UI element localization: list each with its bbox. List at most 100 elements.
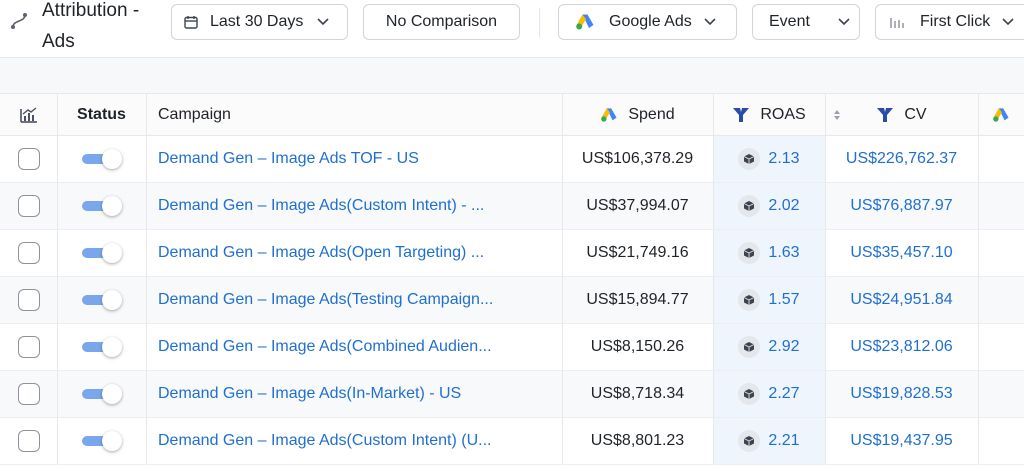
cv-column-header[interactable]: CV bbox=[825, 94, 978, 135]
campaign-name-link[interactable]: Demand Gen – Image Ads(Custom Intent) (U… bbox=[158, 432, 491, 450]
status-toggle[interactable] bbox=[81, 290, 122, 310]
status-cell bbox=[57, 230, 146, 276]
row-select-cell bbox=[0, 324, 57, 370]
campaign-cell: Demand Gen – Image Ads(Custom Intent) - … bbox=[146, 183, 562, 229]
roas-cell: 2.21 bbox=[713, 418, 825, 464]
column-divider bbox=[825, 136, 826, 183]
row-checkbox[interactable] bbox=[17, 242, 40, 264]
next-column-header[interactable] bbox=[978, 94, 1024, 135]
status-toggle[interactable] bbox=[81, 243, 122, 263]
page-title: Attribution - Ads bbox=[42, 0, 140, 52]
next-column-cell bbox=[978, 418, 1024, 464]
next-column-cell bbox=[978, 277, 1024, 323]
date-range-dropdown[interactable]: Last 30 Days bbox=[171, 4, 348, 40]
status-column-header[interactable]: Status bbox=[57, 94, 146, 135]
date-range-label: Last 30 Days bbox=[210, 13, 304, 30]
comparison-button[interactable]: No Comparison bbox=[363, 4, 520, 40]
row-select-cell bbox=[0, 371, 57, 417]
column-divider bbox=[978, 136, 979, 183]
spend-column-label: Spend bbox=[628, 105, 675, 123]
sort-icon[interactable] bbox=[833, 108, 841, 126]
column-divider bbox=[713, 277, 714, 324]
cv-value-link[interactable]: US$35,457.10 bbox=[850, 244, 952, 262]
status-toggle[interactable] bbox=[81, 431, 122, 451]
status-cell bbox=[57, 183, 146, 229]
column-divider bbox=[825, 183, 826, 230]
cv-value-link[interactable]: US$23,812.06 bbox=[850, 338, 952, 356]
status-cell bbox=[57, 136, 146, 182]
campaign-name-link[interactable]: Demand Gen – Image Ads(Custom Intent) - … bbox=[158, 197, 484, 215]
top-toolbar: Attribution - Ads Last 30 Days No Compar… bbox=[0, 0, 1024, 58]
roas-column-header[interactable]: ROAS bbox=[713, 94, 825, 135]
campaign-cell: Demand Gen – Image Ads(Combined Audien..… bbox=[146, 324, 562, 370]
cv-cell: US$76,887.97 bbox=[825, 183, 978, 229]
campaign-name-link[interactable]: Demand Gen – Image Ads(Combined Audien..… bbox=[158, 338, 492, 356]
column-settings-button[interactable] bbox=[0, 94, 57, 135]
cv-value-link[interactable]: US$19,828.53 bbox=[850, 385, 952, 403]
campaign-name-link[interactable]: Demand Gen – Image Ads(Testing Campaign.… bbox=[158, 291, 493, 309]
status-toggle[interactable] bbox=[81, 196, 122, 216]
roas-value: 1.57 bbox=[768, 291, 800, 308]
roas-value-link[interactable]: 2.92 bbox=[738, 336, 800, 358]
next-column-cell bbox=[978, 324, 1024, 370]
status-toggle[interactable] bbox=[81, 337, 122, 357]
campaign-column-header[interactable]: Campaign bbox=[146, 94, 562, 135]
column-divider bbox=[562, 418, 563, 465]
event-dropdown[interactable]: Event bbox=[752, 4, 860, 40]
status-toggle[interactable] bbox=[81, 384, 122, 404]
chevron-down-icon bbox=[838, 18, 850, 26]
roas-column-label: ROAS bbox=[760, 105, 806, 123]
next-column-cell bbox=[978, 230, 1024, 276]
roas-value-link[interactable]: 2.02 bbox=[738, 195, 800, 217]
cv-value-link[interactable]: US$76,887.97 bbox=[850, 197, 952, 215]
roas-value-link[interactable]: 2.27 bbox=[738, 383, 800, 405]
campaign-name-link[interactable]: Demand Gen – Image Ads(Open Targeting) .… bbox=[158, 244, 484, 262]
roas-value-link[interactable]: 1.63 bbox=[738, 242, 800, 264]
status-toggle[interactable] bbox=[81, 149, 122, 169]
row-checkbox[interactable] bbox=[17, 195, 40, 217]
roas-value-link[interactable]: 2.13 bbox=[738, 148, 800, 170]
google-ads-icon bbox=[575, 13, 595, 31]
spend-column-header[interactable]: Spend bbox=[562, 94, 713, 135]
row-checkbox[interactable] bbox=[17, 383, 40, 405]
roas-value-link[interactable]: 2.21 bbox=[738, 430, 800, 452]
row-select-cell bbox=[0, 277, 57, 323]
row-checkbox[interactable] bbox=[17, 289, 40, 311]
roas-cell: 1.57 bbox=[713, 277, 825, 323]
attribution-model-label: First Click bbox=[920, 13, 991, 30]
row-checkbox[interactable] bbox=[17, 430, 40, 452]
toggle-knob bbox=[101, 290, 122, 310]
campaign-name-link[interactable]: Demand Gen – Image Ads TOF - US bbox=[158, 150, 419, 168]
cube-icon bbox=[738, 430, 761, 452]
roas-cell: 2.27 bbox=[713, 371, 825, 417]
platform-dropdown[interactable]: Google Ads bbox=[558, 4, 737, 40]
cv-value-link[interactable]: US$226,762.37 bbox=[846, 150, 957, 168]
cv-value-link[interactable]: US$24,951.84 bbox=[850, 291, 952, 309]
column-divider bbox=[713, 324, 714, 371]
roas-value-link[interactable]: 1.57 bbox=[738, 289, 800, 311]
row-checkbox[interactable] bbox=[17, 336, 40, 358]
cv-cell: US$35,457.10 bbox=[825, 230, 978, 276]
column-divider bbox=[562, 371, 563, 418]
column-divider bbox=[57, 371, 58, 418]
spend-value: US$15,894.77 bbox=[586, 291, 689, 308]
cv-value-link[interactable]: US$19,437.95 bbox=[850, 432, 952, 450]
column-divider bbox=[146, 277, 147, 324]
spend-value: US$21,749.16 bbox=[586, 244, 689, 261]
campaign-name-link[interactable]: Demand Gen – Image Ads(In-Market) - US bbox=[158, 385, 461, 403]
table-row: Demand Gen – Image Ads(Testing Campaign.… bbox=[0, 277, 1024, 324]
campaign-cell: Demand Gen – Image Ads(Open Targeting) .… bbox=[146, 230, 562, 276]
row-checkbox[interactable] bbox=[17, 148, 40, 170]
attribution-model-dropdown[interactable]: First Click bbox=[875, 4, 1024, 40]
brand-y-icon bbox=[732, 107, 750, 123]
column-divider bbox=[713, 371, 714, 418]
roas-cell: 2.13 bbox=[713, 136, 825, 182]
google-ads-icon bbox=[600, 107, 618, 123]
column-divider bbox=[978, 230, 979, 277]
column-divider bbox=[978, 418, 979, 465]
comparison-label: No Comparison bbox=[385, 13, 498, 30]
column-divider bbox=[562, 230, 563, 277]
campaign-cell: Demand Gen – Image Ads(Testing Campaign.… bbox=[146, 277, 562, 323]
roas-value: 2.92 bbox=[768, 338, 800, 355]
status-cell bbox=[57, 324, 146, 370]
